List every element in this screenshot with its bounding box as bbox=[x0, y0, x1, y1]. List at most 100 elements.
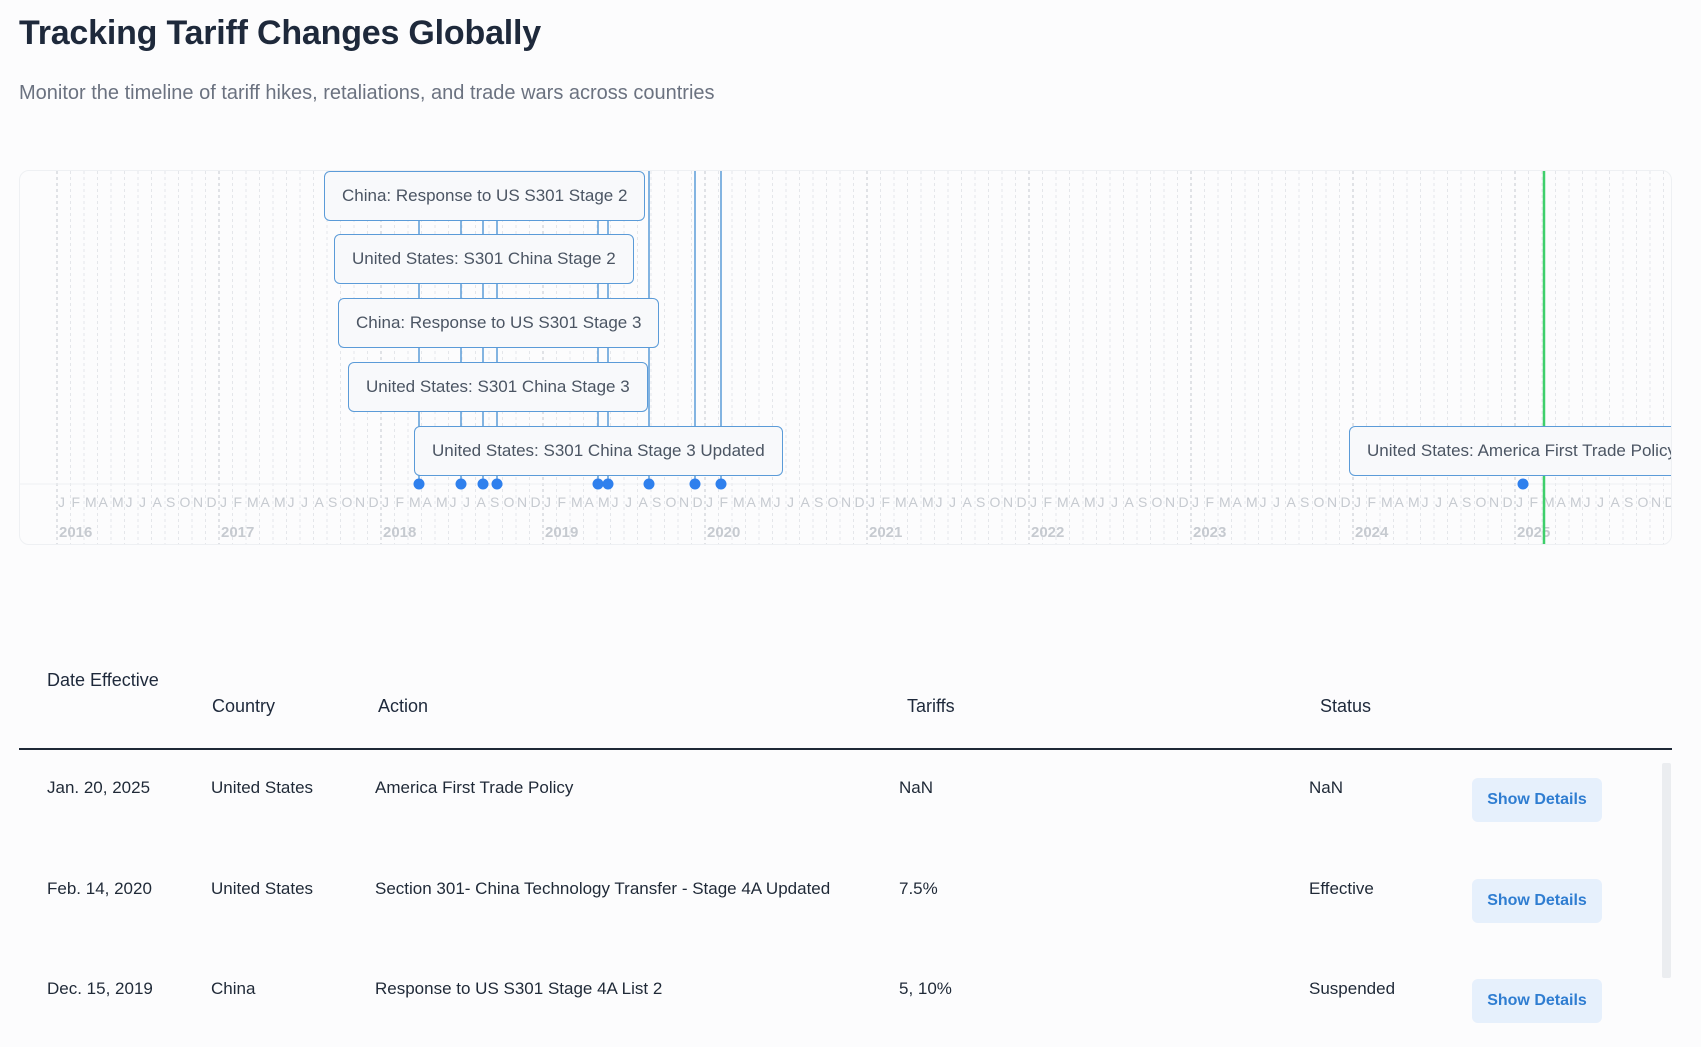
event-dot bbox=[602, 478, 614, 490]
month-tick-label: J bbox=[301, 494, 308, 510]
month-tick-label: F bbox=[558, 494, 567, 510]
month-tick-label: M bbox=[112, 494, 124, 510]
month-tick-label: J bbox=[544, 494, 551, 510]
cell-action: America First Trade Policy bbox=[375, 778, 574, 797]
month-tick-label: M bbox=[1381, 494, 1393, 510]
cell-status: Effective bbox=[1309, 879, 1374, 898]
month-tick-label: F bbox=[396, 494, 405, 510]
month-tick-label: A bbox=[99, 494, 109, 510]
cell-country: United States bbox=[211, 879, 314, 898]
table-row: Dec. 15, 2019 China Response to US S301 … bbox=[19, 953, 1672, 1047]
month-tick-label: J bbox=[1584, 494, 1591, 510]
year-tick-label: 2022 bbox=[1031, 524, 1064, 541]
month-tick-label: A bbox=[1233, 494, 1243, 510]
column-header-status[interactable]: Status bbox=[1320, 693, 1371, 719]
month-tick-label: J bbox=[949, 494, 956, 510]
month-tick-label: N bbox=[517, 494, 527, 510]
month-tick-label: F bbox=[1044, 494, 1053, 510]
month-tick-label: A bbox=[909, 494, 919, 510]
month-tick-label: D bbox=[531, 494, 541, 510]
timeline-grid: JFMAMJJASONDJFMAMJJASONDJFMAMJJASONDJFMA… bbox=[20, 171, 1671, 544]
month-tick-label: D bbox=[1503, 494, 1513, 510]
timeline-event-label[interactable]: United States: S301 China Stage 2 bbox=[334, 234, 634, 284]
event-dot bbox=[715, 478, 727, 490]
month-tick-label: M bbox=[1057, 494, 1069, 510]
column-header-tariffs[interactable]: Tariffs bbox=[907, 693, 955, 719]
year-tick-label: 2021 bbox=[869, 524, 902, 541]
month-tick-label: J bbox=[1354, 494, 1361, 510]
month-tick-label: J bbox=[58, 494, 65, 510]
month-tick-label: A bbox=[315, 494, 325, 510]
month-tick-label: M bbox=[571, 494, 583, 510]
month-tick-label: S bbox=[652, 494, 661, 510]
month-tick-label: M bbox=[922, 494, 934, 510]
table-scrollbar[interactable] bbox=[1662, 763, 1671, 978]
event-dot bbox=[689, 478, 701, 490]
month-tick-label: J bbox=[612, 494, 619, 510]
month-tick-label: J bbox=[1030, 494, 1037, 510]
show-details-button[interactable]: Show Details bbox=[1472, 879, 1602, 923]
month-tick-label: D bbox=[1179, 494, 1189, 510]
year-tick-label: 2020 bbox=[707, 524, 740, 541]
page-subtitle: Monitor the timeline of tariff hikes, re… bbox=[19, 82, 715, 104]
year-tick-label: 2025 bbox=[1517, 524, 1550, 541]
month-tick-label: J bbox=[706, 494, 713, 510]
table-body: Jan. 20, 2025 United States America Firs… bbox=[19, 752, 1672, 1047]
month-tick-label: N bbox=[193, 494, 203, 510]
month-tick-label: D bbox=[855, 494, 865, 510]
month-tick-label: J bbox=[1192, 494, 1199, 510]
month-tick-label: N bbox=[355, 494, 365, 510]
cell-status: Suspended bbox=[1309, 979, 1396, 998]
month-tick-label: J bbox=[139, 494, 146, 510]
month-tick-label: S bbox=[490, 494, 499, 510]
event-dot bbox=[477, 478, 489, 490]
month-tick-label: D bbox=[1341, 494, 1351, 510]
month-tick-label: F bbox=[720, 494, 729, 510]
event-dot bbox=[491, 478, 503, 490]
month-tick-label: M bbox=[1084, 494, 1096, 510]
month-tick-label: A bbox=[1611, 494, 1621, 510]
show-details-button[interactable]: Show Details bbox=[1472, 979, 1602, 1023]
month-tick-label: N bbox=[1327, 494, 1337, 510]
timeline-chart[interactable]: JFMAMJJASONDJFMAMJJASONDJFMAMJJASONDJFMA… bbox=[19, 170, 1672, 545]
month-tick-label: O bbox=[1476, 494, 1487, 510]
month-tick-label: S bbox=[1462, 494, 1471, 510]
month-tick-label: O bbox=[990, 494, 1001, 510]
month-tick-label: D bbox=[1017, 494, 1027, 510]
timeline-event-label[interactable]: United States: America First Trade Polic… bbox=[1349, 426, 1671, 476]
cell-country: China bbox=[211, 979, 256, 998]
month-tick-label: M bbox=[895, 494, 907, 510]
timeline-event-label[interactable]: United States: S301 China Stage 3 bbox=[348, 362, 648, 412]
month-tick-label: O bbox=[342, 494, 353, 510]
month-tick-label: J bbox=[868, 494, 875, 510]
month-tick-label: J bbox=[1435, 494, 1442, 510]
month-tick-label: S bbox=[1300, 494, 1309, 510]
month-tick-label: N bbox=[1003, 494, 1013, 510]
column-header-action[interactable]: Action bbox=[378, 693, 428, 719]
month-tick-label: M bbox=[1246, 494, 1258, 510]
month-tick-label: A bbox=[639, 494, 649, 510]
month-tick-label: O bbox=[828, 494, 839, 510]
month-tick-label: A bbox=[261, 494, 271, 510]
month-tick-label: J bbox=[625, 494, 632, 510]
timeline-event-label[interactable]: China: Response to US S301 Stage 3 bbox=[338, 298, 660, 348]
month-tick-label: M bbox=[1219, 494, 1231, 510]
month-tick-label: M bbox=[1408, 494, 1420, 510]
month-tick-label: F bbox=[1530, 494, 1539, 510]
month-tick-label: D bbox=[369, 494, 379, 510]
show-details-button[interactable]: Show Details bbox=[1472, 778, 1602, 822]
month-tick-label: A bbox=[1287, 494, 1297, 510]
table-header: Date Effective Country Action Tariffs St… bbox=[19, 665, 1672, 750]
month-tick-label: N bbox=[841, 494, 851, 510]
timeline-event-label[interactable]: United States: S301 China Stage 3 Update… bbox=[414, 426, 783, 476]
event-dot bbox=[1517, 478, 1529, 490]
year-tick-label: 2023 bbox=[1193, 524, 1226, 541]
month-tick-label: A bbox=[747, 494, 757, 510]
timeline-event-label[interactable]: China: Response to US S301 Stage 2 bbox=[324, 171, 646, 221]
cell-tariffs: NaN bbox=[899, 778, 934, 797]
month-tick-label: O bbox=[666, 494, 677, 510]
month-tick-label: A bbox=[585, 494, 595, 510]
month-tick-label: M bbox=[760, 494, 772, 510]
column-header-date[interactable]: Date Effective bbox=[47, 667, 167, 693]
column-header-country[interactable]: Country bbox=[212, 693, 275, 719]
